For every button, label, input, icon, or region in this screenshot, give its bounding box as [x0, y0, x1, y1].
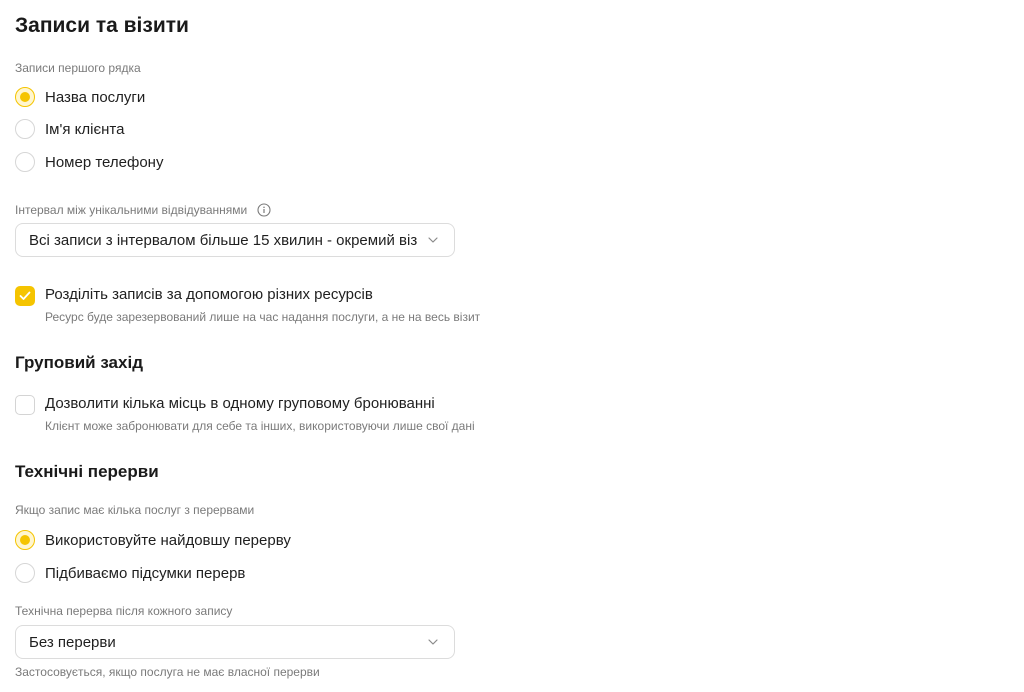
radio-label: Підбиваємо підсумки перерв	[45, 564, 246, 582]
radio-phone-number[interactable]: Номер телефону	[15, 151, 163, 173]
after-each-label: Технічна перерва після кожного запису	[15, 604, 233, 618]
chevron-down-icon	[426, 233, 440, 247]
after-each-select-value: Без перерви	[29, 633, 116, 651]
radio-longest-break[interactable]: Використовуйте найдовшу перерву	[15, 529, 291, 551]
interval-label: Інтервал між унікальними відвідуваннями	[15, 203, 271, 217]
group-event-title: Груповий захід	[15, 353, 143, 372]
checkmark-icon	[19, 291, 31, 300]
info-circle-icon[interactable]	[257, 203, 271, 217]
interval-select[interactable]: Всі записи з інтервалом більше 15 хвилин…	[15, 223, 455, 257]
multi-seats-title: Дозволити кілька місць в одному груповом…	[45, 395, 435, 412]
first-line-label: Записи першого рядка	[15, 61, 141, 75]
radio-label: Назва послуги	[45, 88, 146, 106]
split-resources-option[interactable]: Розділіть записів за допомогою різних ре…	[15, 285, 480, 325]
radio-button[interactable]	[15, 87, 35, 107]
radio-button[interactable]	[15, 152, 35, 172]
tech-breaks-title: Технічні перерви	[15, 462, 159, 481]
radio-button[interactable]	[15, 530, 35, 550]
after-each-select[interactable]: Без перерви	[15, 625, 455, 659]
multi-seats-option[interactable]: Дозволити кілька місць в одному груповом…	[15, 394, 475, 434]
split-resources-hint: Ресурс буде зарезервований лише на час н…	[45, 310, 481, 324]
radio-service-name[interactable]: Назва послуги	[15, 86, 145, 108]
radio-label: Ім'я клієнта	[45, 120, 125, 138]
interval-select-value: Всі записи з інтервалом більше 15 хвилин…	[29, 231, 418, 249]
radio-button[interactable]	[15, 119, 35, 139]
radio-label: Номер телефону	[45, 153, 164, 171]
radio-label: Використовуйте найдовшу перерву	[45, 531, 291, 549]
radio-client-name[interactable]: Ім'я клієнта	[15, 118, 124, 140]
radio-sum-breaks[interactable]: Підбиваємо підсумки перерв	[15, 562, 245, 584]
split-resources-checkbox[interactable]	[15, 286, 35, 306]
page-title: Записи та візити	[15, 14, 189, 37]
multi-seats-hint: Клієнт може забронювати для себе та інши…	[45, 419, 475, 433]
split-resources-title: Розділіть записів за допомогою різних ре…	[45, 286, 373, 303]
multi-seats-checkbox[interactable]	[15, 395, 35, 415]
after-each-note: Застосовується, якщо послуга не має влас…	[15, 665, 320, 679]
multi-services-label: Якщо запис має кілька послуг з перервами	[15, 503, 255, 517]
chevron-down-icon	[426, 635, 440, 649]
interval-label-text: Інтервал між унікальними відвідуваннями	[15, 203, 248, 217]
radio-button[interactable]	[15, 563, 35, 583]
